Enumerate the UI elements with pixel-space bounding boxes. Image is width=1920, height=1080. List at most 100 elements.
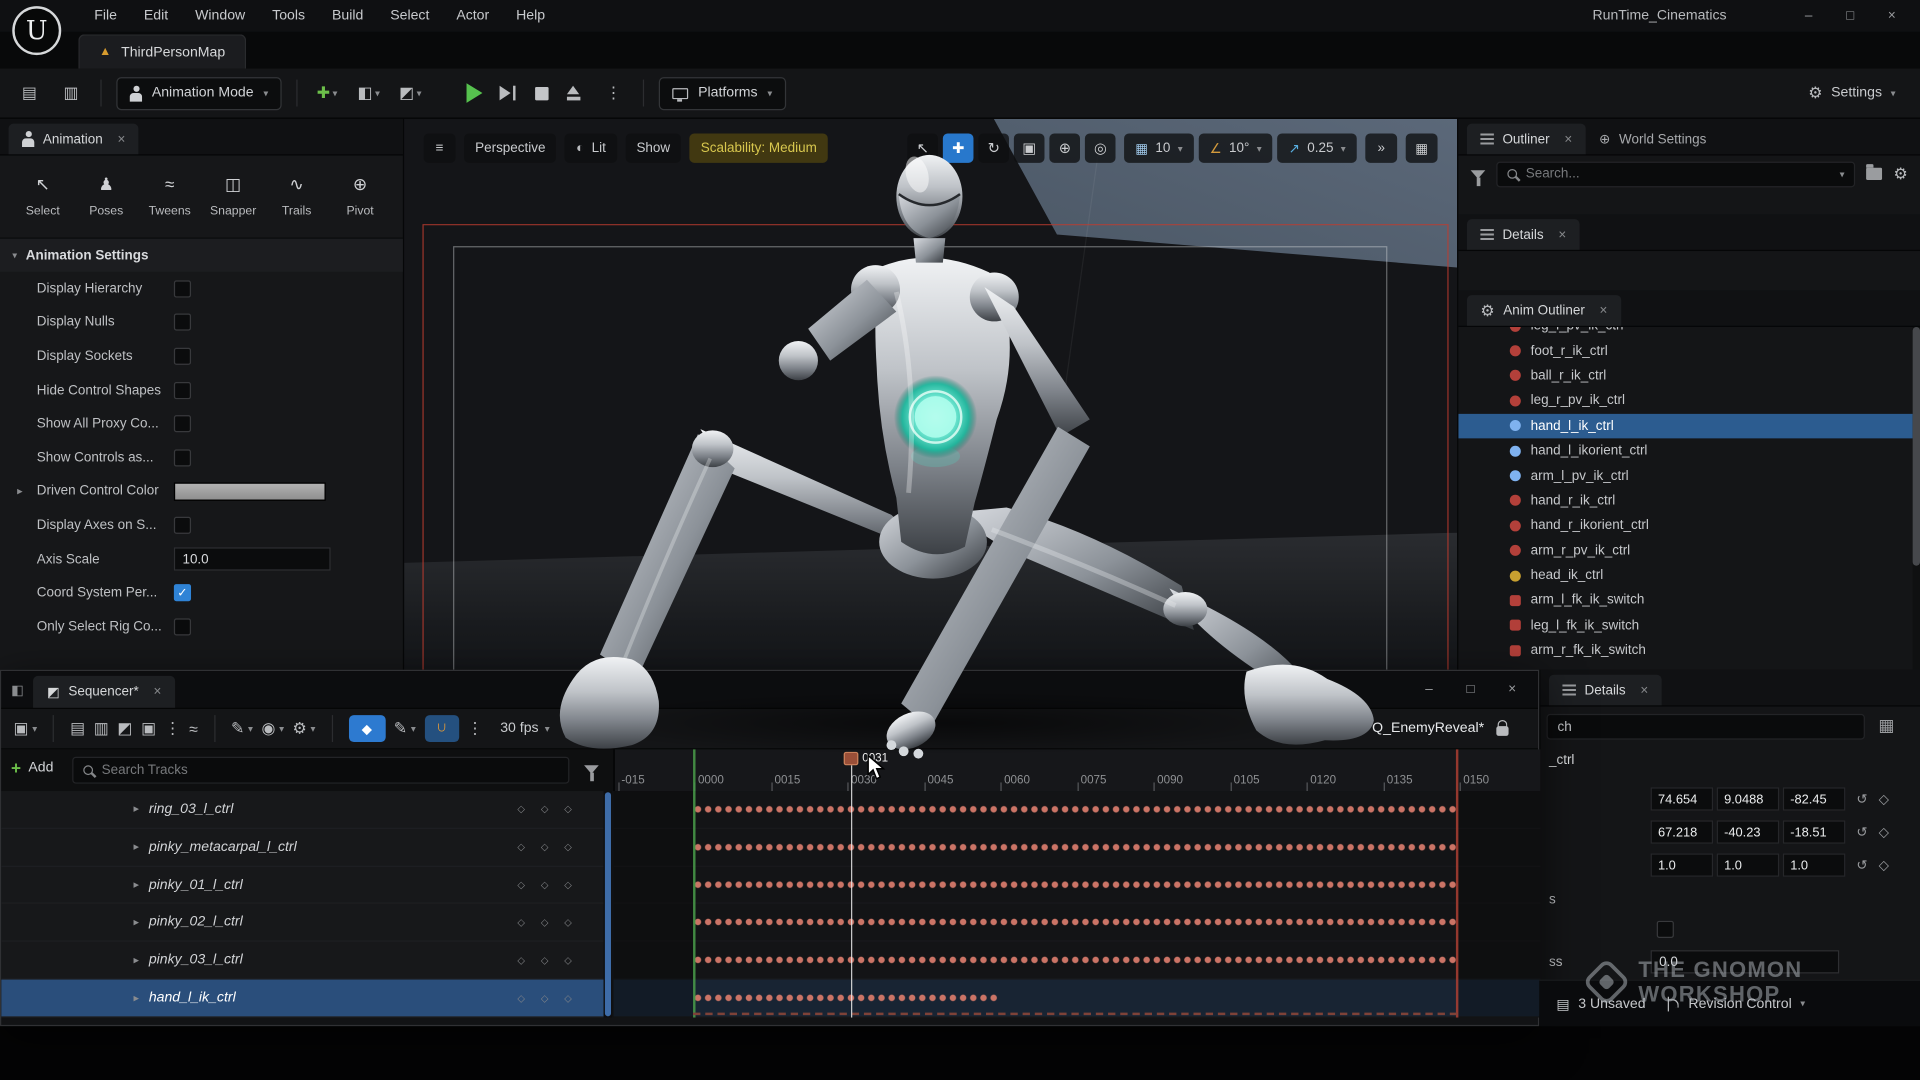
checkbox-only-select-rig-co[interactable] [174,618,191,635]
expand-icon[interactable]: ▸ [133,803,139,816]
snapping-options-icon[interactable]: ⋮ [467,719,483,739]
close-icon[interactable]: × [153,684,161,699]
sequence-name[interactable]: Q_EnemyReveal* [1372,721,1484,736]
maximize-icon[interactable]: □ [1829,0,1871,32]
axis-scale-input[interactable]: 10.0 [174,547,331,570]
tab-outliner[interactable]: Outliner × [1467,124,1586,155]
scrollbar[interactable] [1913,327,1920,670]
anim-outliner-item[interactable]: foot_r_ik_ctrl [1458,338,1914,363]
value-field[interactable]: 1.0 [1717,853,1779,876]
grid-snap[interactable]: ▦10▾ [1124,133,1193,162]
next-key-button[interactable]: ◇ [564,879,572,890]
prev-key-button[interactable]: ◇ [517,804,525,815]
select-tool[interactable]: ↖ [908,133,939,162]
tab-details[interactable]: Details × [1467,219,1580,250]
timeline-area[interactable] [613,791,1540,1018]
curve-editor-icon[interactable]: ≈ [189,719,198,737]
value-field[interactable]: 74.654 [1651,787,1713,810]
track-filter-icon[interactable] [584,765,599,774]
keyframe-icon[interactable]: ◇ [1879,791,1889,807]
track-row[interactable]: ▸pinky_02_l_ctrl◇◇◇ [1,904,603,942]
anim-tool-pivot[interactable]: ⊕Pivot [330,168,391,228]
playback-options-icon[interactable]: ⚙▾ [293,719,316,739]
filter-icon[interactable] [1471,170,1486,179]
scale-tool[interactable]: ▣ [1014,133,1045,162]
track-search-input[interactable]: Search Tracks [72,757,569,784]
eject-button[interactable] [566,85,582,101]
details-checkbox[interactable] [1657,921,1674,938]
track-row[interactable]: ▸pinky_01_l_ctrl◇◇◇ [1,867,603,905]
reset-icon[interactable]: ↺ [1856,791,1867,807]
close-icon[interactable]: × [117,132,125,147]
save-sequence-icon[interactable]: ▤ [70,719,85,739]
close-icon[interactable]: × [1871,0,1913,32]
prev-key-button[interactable]: ◇ [517,842,525,853]
anim-tool-select[interactable]: ↖Select [12,168,73,228]
anim-tool-poses[interactable]: ♟Poses [76,168,137,228]
prev-key-button[interactable]: ◇ [517,917,525,928]
reset-icon[interactable]: ↺ [1856,857,1867,873]
anim-outliner-item[interactable]: arm_r_pv_ik_ctrl [1458,538,1914,563]
playhead-handle[interactable] [844,752,859,765]
next-key-button[interactable]: ◇ [564,955,572,966]
close-icon[interactable]: × [1558,227,1566,242]
checkbox-coord-system-per[interactable]: ✓ [174,584,191,601]
add-content-icon[interactable]: ✚▾ [312,77,341,109]
add-key-button[interactable]: ◇ [541,993,549,1004]
next-key-button[interactable]: ◇ [564,993,572,1004]
maximize-viewport-icon[interactable]: ▦ [1406,133,1438,162]
value-field[interactable]: -82.45 [1783,787,1845,810]
checkbox-display-nulls[interactable] [174,314,191,331]
next-key-button[interactable]: ◇ [564,842,572,853]
close-icon[interactable]: × [1640,683,1648,698]
play-button[interactable] [467,83,483,103]
menu-help[interactable]: Help [503,2,559,29]
close-icon[interactable]: × [1564,132,1572,147]
checkbox-display-sockets[interactable] [174,348,191,365]
scrollbar-thumb[interactable] [1913,327,1920,566]
expand-icon[interactable]: ▸ [133,954,139,967]
viewport-menu-icon[interactable]: ≡ [424,133,456,162]
more-options-icon[interactable]: ⋮ [599,77,628,109]
editor-mode-select[interactable]: Animation Mode ▾ [116,77,281,110]
scrollbar-thumb[interactable] [605,792,611,1016]
anim-outliner-item[interactable]: arm_l_pv_ik_ctrl [1458,463,1914,488]
close-icon[interactable]: × [1491,673,1533,705]
value-field[interactable]: -40.23 [1717,820,1779,843]
value-field[interactable]: -18.51 [1783,820,1845,843]
value-field[interactable]: 9.0488 [1717,787,1779,810]
render-movie-icon[interactable]: ◩ [117,719,132,739]
track-row[interactable]: ▸ring_03_l_ctrl◇◇◇ [1,791,603,829]
track-lane[interactable] [613,867,1540,905]
platforms-select[interactable]: Platforms ▾ [659,77,786,110]
anim-outliner-item[interactable]: leg_r_pv_ik_ctrl [1458,388,1914,413]
track-lane[interactable] [613,791,1540,829]
world-space-toggle[interactable]: ⊕ [1050,133,1081,162]
menu-edit[interactable]: Edit [130,2,181,29]
keyframe-icon[interactable]: ◇ [1879,857,1889,873]
shot-options-icon[interactable]: ▣▾ [13,719,37,739]
tab-thirdpersonmap[interactable]: ▲ ThirdPersonMap [78,34,246,68]
menu-build[interactable]: Build [319,2,377,29]
add-key-button[interactable]: ◇ [541,879,549,890]
anim-tool-trails[interactable]: ∿Trails [266,168,327,228]
reset-icon[interactable]: ↺ [1856,824,1867,840]
keyframe-icon[interactable]: ◇ [1879,824,1889,840]
timeline-ruler[interactable]: -015000000150030004500600075009001050120… [613,749,1540,791]
lit-mode-button[interactable]: ◐ Lit [565,133,617,162]
checkbox-hide-control-shapes[interactable] [174,382,191,399]
anim-outliner-item[interactable]: hand_l_ik_ctrl [1458,413,1914,438]
checkbox-show-all-proxy-co[interactable] [174,415,191,432]
track-row[interactable]: ▸pinky_metacarpal_l_ctrl◇◇◇ [1,829,603,867]
add-folder-icon[interactable] [1867,168,1883,180]
menu-file[interactable]: File [81,2,131,29]
menu-tools[interactable]: Tools [259,2,319,29]
scalability-button[interactable]: Scalability: Medium [690,133,828,162]
track-row[interactable]: ▸pinky_03_l_ctrl◇◇◇ [1,942,603,980]
expand-icon[interactable]: ▸ [133,916,139,929]
details-search-input[interactable]: ch [1547,714,1865,740]
create-camera-icon[interactable]: ▣ [141,719,156,739]
anim-outliner-item[interactable]: head_ik_ctrl [1458,563,1914,588]
auto-key-icon[interactable]: ◆ [348,715,385,742]
view-options-icon[interactable]: ◉▾ [262,719,284,739]
